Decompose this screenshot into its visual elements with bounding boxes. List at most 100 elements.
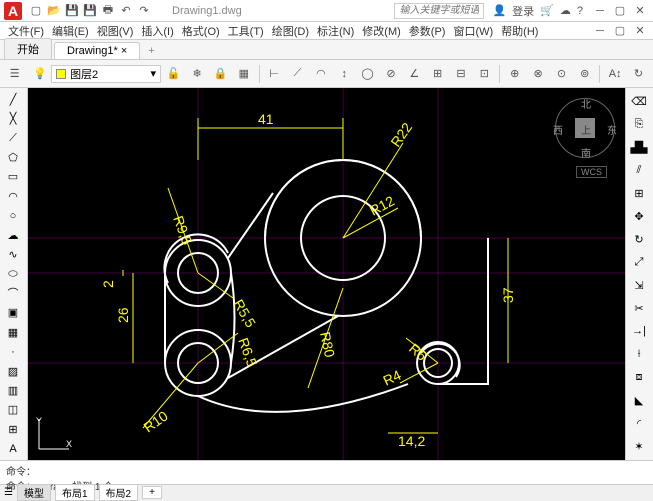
dim-ordinate-icon[interactable]: ↕ bbox=[334, 63, 355, 85]
offset-icon[interactable]: ⫽ bbox=[628, 159, 650, 181]
user-icon[interactable]: 👤 bbox=[492, 4, 506, 17]
construction-line-icon[interactable]: ╳ bbox=[2, 109, 24, 127]
layer-control[interactable]: 💡 图层2 ▾ bbox=[33, 65, 161, 83]
point-icon[interactable]: · bbox=[2, 342, 24, 360]
break-icon[interactable]: ⟊ bbox=[628, 343, 650, 365]
erase-icon[interactable]: ⌫ bbox=[628, 90, 650, 112]
menu-edit[interactable]: 编辑(E) bbox=[48, 23, 93, 39]
doc-minimize-button[interactable]: ─ bbox=[591, 24, 609, 38]
maximize-button[interactable]: ▢ bbox=[611, 4, 629, 18]
menu-help[interactable]: 帮助(H) bbox=[497, 23, 542, 39]
ellipse-arc-icon[interactable]: ⌒ bbox=[2, 284, 24, 302]
dim-aligned-icon[interactable]: ⟋ bbox=[287, 63, 308, 85]
new-icon[interactable]: ▢ bbox=[28, 3, 44, 19]
mirror-icon[interactable]: ▟▙ bbox=[628, 136, 650, 158]
redo-icon[interactable]: ↷ bbox=[136, 3, 152, 19]
layer-tool-2-icon[interactable]: ❄ bbox=[186, 63, 207, 85]
doc-maximize-button[interactable]: ▢ bbox=[611, 24, 629, 38]
menu-dimension[interactable]: 标注(N) bbox=[313, 23, 358, 39]
help-icon[interactable]: ? bbox=[577, 5, 583, 17]
revision-cloud-icon[interactable]: ☁ bbox=[2, 226, 24, 244]
minimize-button[interactable]: ─ bbox=[591, 4, 609, 18]
tab-drawing1[interactable]: Drawing1* × bbox=[54, 42, 140, 59]
dim-tool-a-icon[interactable]: ⊕ bbox=[504, 63, 525, 85]
layer-tool-4-icon[interactable]: ▦ bbox=[233, 63, 254, 85]
rotate-icon[interactable]: ↻ bbox=[628, 228, 650, 250]
dim-diameter-icon[interactable]: ⊘ bbox=[380, 63, 401, 85]
menu-file[interactable]: 文件(F) bbox=[4, 23, 48, 39]
print-icon[interactable]: 🖶 bbox=[100, 3, 116, 19]
tab-close-icon[interactable]: × bbox=[121, 45, 127, 57]
undo-icon[interactable]: ↶ bbox=[118, 3, 134, 19]
cloud-icon[interactable]: ☁ bbox=[560, 4, 571, 17]
layout-add-tab[interactable]: + bbox=[142, 486, 162, 499]
stretch-icon[interactable]: ⇲ bbox=[628, 274, 650, 296]
dim-radius-icon[interactable]: ◯ bbox=[357, 63, 378, 85]
copy-icon[interactable]: ⎘ bbox=[628, 113, 650, 135]
polyline-icon[interactable]: ⟋ bbox=[2, 129, 24, 147]
explode-icon[interactable]: ✶ bbox=[628, 435, 650, 457]
dim-baseline-icon[interactable]: ⊟ bbox=[450, 63, 471, 85]
wcs-label[interactable]: WCS bbox=[576, 166, 607, 178]
command-line[interactable]: 命令： 命令：_.erase 找到 1 个 bbox=[0, 460, 653, 484]
text-icon[interactable]: A bbox=[2, 440, 24, 458]
dim-arc-icon[interactable]: ◠ bbox=[310, 63, 331, 85]
polygon-icon[interactable]: ⬠ bbox=[2, 148, 24, 166]
view-cube[interactable]: 北 南 东 西 上 bbox=[555, 98, 615, 158]
doc-close-button[interactable]: ✕ bbox=[631, 24, 649, 38]
tab-add-button[interactable]: + bbox=[142, 43, 160, 59]
statusbar-icon[interactable]: ☰ bbox=[4, 487, 13, 498]
gradient-icon[interactable]: ▥ bbox=[2, 381, 24, 399]
saveas-icon[interactable]: 💾 bbox=[82, 3, 98, 19]
dim-update-icon[interactable]: ↻ bbox=[628, 63, 649, 85]
move-icon[interactable]: ✥ bbox=[628, 205, 650, 227]
layout2-tab[interactable]: 布局2 bbox=[99, 484, 139, 501]
join-icon[interactable]: ⧈ bbox=[628, 366, 650, 388]
dim-continue-icon[interactable]: ⊡ bbox=[474, 63, 495, 85]
dim-angular-icon[interactable]: ∠ bbox=[404, 63, 425, 85]
dim-style-icon[interactable]: A↕ bbox=[604, 63, 625, 85]
menu-param[interactable]: 参数(P) bbox=[405, 23, 450, 39]
tab-start[interactable]: 开始 bbox=[4, 38, 52, 59]
menu-insert[interactable]: 插入(I) bbox=[137, 23, 177, 39]
arc-icon[interactable]: ◠ bbox=[2, 187, 24, 205]
ellipse-icon[interactable]: ⬭ bbox=[2, 265, 24, 283]
save-icon[interactable]: 💾 bbox=[64, 3, 80, 19]
region-icon[interactable]: ◫ bbox=[2, 401, 24, 419]
menu-view[interactable]: 视图(V) bbox=[93, 23, 138, 39]
fillet-icon[interactable]: ◜ bbox=[628, 412, 650, 434]
layer-dropdown[interactable]: 图层2 ▾ bbox=[51, 65, 161, 83]
dim-quick-icon[interactable]: ⊞ bbox=[427, 63, 448, 85]
menu-modify[interactable]: 修改(M) bbox=[358, 23, 405, 39]
dim-tool-b-icon[interactable]: ⊗ bbox=[527, 63, 548, 85]
array-icon[interactable]: ⊞ bbox=[628, 182, 650, 204]
layout1-tab[interactable]: 布局1 bbox=[55, 484, 95, 501]
line-icon[interactable]: ╱ bbox=[2, 90, 24, 108]
menu-format[interactable]: 格式(O) bbox=[178, 23, 224, 39]
chamfer-icon[interactable]: ◣ bbox=[628, 389, 650, 411]
search-input[interactable] bbox=[394, 3, 484, 19]
extend-icon[interactable]: →| bbox=[628, 320, 650, 342]
insert-block-icon[interactable]: ▣ bbox=[2, 304, 24, 322]
close-button[interactable]: ✕ bbox=[631, 4, 649, 18]
dim-tool-d-icon[interactable]: ⊚ bbox=[574, 63, 595, 85]
menu-tools[interactable]: 工具(T) bbox=[224, 23, 268, 39]
trim-icon[interactable]: ✂ bbox=[628, 297, 650, 319]
circle-icon[interactable]: ○ bbox=[2, 207, 24, 225]
login-link[interactable]: 登录 bbox=[512, 3, 534, 19]
make-block-icon[interactable]: ▦ bbox=[2, 323, 24, 341]
dim-linear-icon[interactable]: ⊢ bbox=[263, 63, 284, 85]
open-icon[interactable]: 📂 bbox=[46, 3, 62, 19]
dim-tool-c-icon[interactable]: ⊙ bbox=[551, 63, 572, 85]
menu-window[interactable]: 窗口(W) bbox=[449, 23, 497, 39]
model-tab[interactable]: 模型 bbox=[17, 484, 51, 501]
drawing-canvas[interactable]: 41 R22 R12 R9,5 R5,5 R80 R6,5 37 26 2 R6… bbox=[28, 88, 625, 460]
rectangle-icon[interactable]: ▭ bbox=[2, 168, 24, 186]
layer-tool-1-icon[interactable]: 🔓 bbox=[163, 63, 184, 85]
cart-icon[interactable]: 🛒 bbox=[540, 4, 554, 17]
scale-icon[interactable]: ⤢ bbox=[628, 251, 650, 273]
spline-icon[interactable]: ∿ bbox=[2, 245, 24, 263]
table-icon[interactable]: ⊞ bbox=[2, 420, 24, 438]
layer-tool-3-icon[interactable]: 🔒 bbox=[210, 63, 231, 85]
menu-draw[interactable]: 绘图(D) bbox=[268, 23, 313, 39]
